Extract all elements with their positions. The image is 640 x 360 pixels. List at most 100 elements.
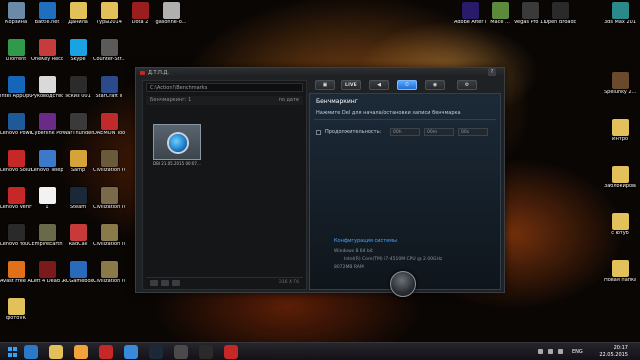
desktop-icon[interactable]: Intel AppUpC... — [0, 76, 32, 110]
desktop-icon[interactable]: Lenovo YouCam — [0, 224, 32, 258]
desktop-icon[interactable]: gasonne-o... — [155, 2, 187, 36]
desktop-icon[interactable]: Интро — [604, 119, 636, 153]
hours-select[interactable]: 00h — [390, 128, 420, 136]
seconds-select[interactable]: 00s — [458, 128, 488, 136]
desktop-icon[interactable]: Civilization IV - Warlords — [93, 150, 125, 184]
recordings-pane: C:\Action!\Benchmarks Бенчмаркинг: 1 по … — [142, 80, 307, 290]
desktop-icon-label: DAEMON Tools Lite — [93, 131, 125, 136]
desktop-icon[interactable]: Adobe After Effects... — [454, 2, 486, 36]
app-icon — [7, 261, 25, 278]
language-indicator[interactable]: ENG — [572, 349, 583, 355]
desktop-icon[interactable]: эскиз 001 — [62, 76, 94, 110]
desktop-icon[interactable]: Lenovo Telepho... — [31, 150, 63, 184]
desktop-icon[interactable]: Battle.net — [31, 2, 63, 36]
desktop-icon[interactable]: Left 4 Dead 2 — [31, 261, 63, 295]
tab-live[interactable]: LIVE — [341, 80, 361, 90]
desktop-icon[interactable]: Cyberlink PowerDir — [31, 113, 63, 147]
clock[interactable]: 20:17 22.05.2015 — [599, 345, 628, 359]
desktop-icon[interactable]: фотоVK — [0, 298, 32, 332]
desktop-icon[interactable]: Lenovo Soluti... — [0, 150, 32, 184]
path-field[interactable]: C:\Action!\Benchmarks — [146, 83, 303, 92]
desktop-icon-label: Adobe After Effects... — [454, 20, 486, 25]
tray-arrow-icon[interactable] — [538, 349, 543, 354]
taskbar-app-icon[interactable] — [174, 345, 188, 359]
desktop-icon[interactable]: Корзина — [0, 2, 32, 36]
app-icon — [491, 2, 509, 19]
desktop-icon[interactable]: Civilization IV - Колония... — [93, 187, 125, 221]
system-config-link[interactable]: Конфигурация системы — [334, 238, 397, 244]
app-icon — [38, 150, 56, 167]
desktop-icon[interactable]: RadCall — [62, 224, 94, 258]
desktop-icon[interactable]: Данила — [62, 2, 94, 36]
taskbar-app-icon[interactable] — [99, 345, 113, 359]
desktop-icon[interactable]: Lenovo VeriFace — [0, 187, 32, 221]
tab-settings[interactable]: ⚙ — [457, 80, 477, 90]
taskbar-app-icon[interactable] — [49, 345, 63, 359]
desktop-icon[interactable]: Lenovo PowerDVD 10 — [0, 113, 32, 147]
desktop-icon[interactable]: Counter-Str... 1.6 — [93, 39, 125, 73]
desktop-icon[interactable]: Open Broadcast... — [544, 2, 576, 36]
app-icon — [100, 2, 118, 19]
sys-ram: 8072MB RAM — [334, 265, 364, 270]
desktop-icon[interactable]: Civilization IV - Эпоха огня — [93, 224, 125, 258]
desktop-icon[interactable]: Mace ... — [484, 2, 516, 36]
desktop-icon[interactable]: Руководство пользова... — [31, 76, 63, 110]
minutes-select[interactable]: 00m — [424, 128, 454, 136]
desktop-icon[interactable]: EmpireEarth — [31, 224, 63, 258]
desktop-icon-label: Lenovo PowerDVD 10 — [0, 131, 32, 136]
desktop-icon[interactable]: Vegas Pro 13.0 (64-bit) — [514, 2, 546, 36]
delete-icon[interactable] — [161, 280, 169, 286]
desktop-icon-label: Lenovo VeriFace — [0, 205, 32, 210]
desktop-icon[interactable]: Dota 2 — [124, 2, 156, 36]
desktop-icon-label: Civilization IV - Warlords — [93, 168, 125, 173]
volume-icon[interactable] — [558, 349, 563, 354]
folder-icon[interactable] — [150, 280, 158, 286]
desktop-icon[interactable]: OneKey Recovery — [31, 39, 63, 73]
desktop-icon[interactable]: Skype — [62, 39, 94, 73]
desktop-icon-label: 1 — [45, 205, 49, 210]
taskbar-app-icon[interactable] — [224, 345, 238, 359]
app-icon — [38, 76, 56, 93]
tab-screenshot[interactable]: ◉ — [425, 80, 445, 90]
app-title-bar[interactable]: Д.Т.П.Д. ? — [136, 68, 504, 78]
tab-video[interactable]: ▣ — [315, 80, 335, 90]
record-button[interactable] — [390, 271, 416, 297]
tab-audio[interactable]: ◀ — [369, 80, 389, 90]
desktop-icon[interactable]: uTorrent — [0, 39, 32, 73]
desktop-icon[interactable]: WarThunder — [62, 113, 94, 147]
taskbar-app-icon[interactable] — [149, 345, 163, 359]
app-icon — [100, 113, 118, 130]
desktop-icon[interactable]: Steam — [62, 187, 94, 221]
taskbar-app-icon[interactable] — [124, 345, 138, 359]
help-button[interactable]: ? — [488, 68, 496, 76]
desktop-icon[interactable]: Avast Free Antivirus — [0, 261, 32, 295]
sort-dropdown[interactable]: по дате — [279, 97, 299, 103]
desktop-icon[interactable]: с ютуб — [604, 213, 636, 247]
desktop-icon[interactable]: StarCraft II — [93, 76, 125, 110]
duration-checkbox[interactable] — [316, 130, 321, 135]
desktop-icon-label: Skype — [70, 57, 86, 62]
desktop-icon[interactable]: DAEMON Tools Lite — [93, 113, 125, 147]
taskbar-app-icon[interactable] — [74, 345, 88, 359]
desktop-icon-label: Vegas Pro 13.0 (64-bit) — [514, 20, 546, 25]
desktop-icon[interactable]: Samp — [62, 150, 94, 184]
desktop-icon[interactable]: Туры2014 — [93, 2, 125, 36]
desktop-icon[interactable]: RCGamebox — [62, 261, 94, 295]
open-icon[interactable] — [172, 280, 180, 286]
duration-label: Продолжительность: — [325, 129, 382, 135]
desktop-icon[interactable]: Civilization IV — [93, 261, 125, 295]
desktop-icon[interactable]: Spelunky 2... — [604, 72, 636, 106]
network-icon[interactable] — [548, 349, 553, 354]
desktop-icon[interactable]: Заблокирован... — [604, 166, 636, 200]
taskbar-app-icon[interactable] — [24, 345, 38, 359]
app-icon — [38, 113, 56, 130]
desktop-icon[interactable]: 1 — [31, 187, 63, 221]
desktop-icon[interactable]: Новая папка — [604, 260, 636, 294]
tab-benchmark[interactable]: ⏱ — [397, 80, 417, 90]
tab-bar: ▣ LIVE ◀ ⏱ ◉ ⚙ — [309, 78, 501, 91]
app-icon — [7, 39, 25, 56]
desktop-icon[interactable]: 3ds Max 2015 — [604, 2, 636, 36]
recording-thumbnail[interactable] — [153, 124, 201, 160]
taskbar-app-icon[interactable] — [199, 345, 213, 359]
start-button[interactable] — [6, 345, 20, 359]
